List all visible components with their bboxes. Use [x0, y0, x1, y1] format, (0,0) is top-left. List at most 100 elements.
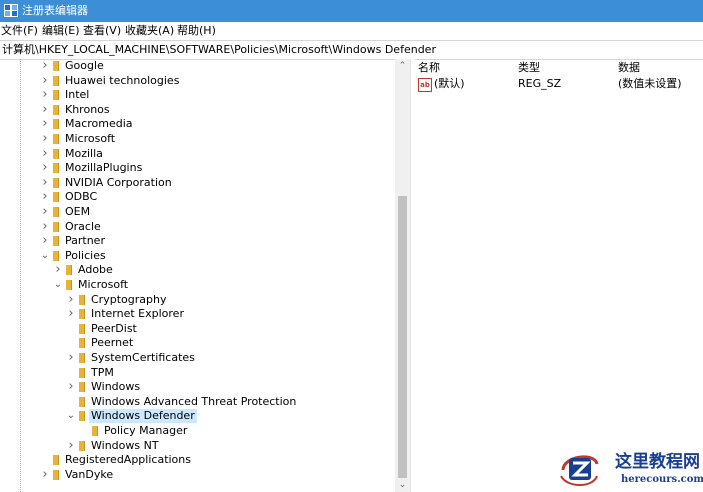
tree-item-label: Policy Manager — [104, 424, 188, 437]
menu-edit[interactable]: 编辑(E) — [42, 24, 80, 38]
tree-item[interactable]: › Cryptography — [0, 292, 395, 307]
tree-item[interactable]: ⌄ Windows Defender — [0, 409, 395, 424]
tree-item[interactable]: › OEM — [0, 205, 395, 219]
chevron-right-icon[interactable]: › — [65, 380, 77, 394]
chevron-right-icon[interactable]: › — [65, 438, 77, 453]
tree-item-label: OEM — [65, 205, 91, 218]
chevron-right-icon[interactable]: › — [39, 88, 51, 102]
tree-item[interactable]: › Oracle — [0, 219, 395, 234]
tree-item[interactable]: › Khronos — [0, 102, 395, 117]
tree-item[interactable]: › Windows NT — [0, 438, 395, 453]
menu-bar: 文件(F) 编辑(E) 查看(V) 收藏夹(A) 帮助(H) — [0, 22, 703, 40]
folder-icon — [53, 90, 59, 101]
chevron-right-icon[interactable]: › — [39, 102, 51, 117]
menu-favorites[interactable]: 收藏夹(A) — [125, 24, 174, 38]
tree-item[interactable]: › Internet Explorer — [0, 307, 395, 321]
tree-item[interactable]: › Adobe — [0, 263, 395, 277]
chevron-right-icon[interactable]: › — [39, 117, 51, 131]
chevron-right-icon[interactable]: › — [65, 351, 77, 365]
folder-icon — [66, 280, 72, 290]
tree-item[interactable]: ⌄ Microsoft — [0, 278, 395, 292]
chevron-right-icon[interactable]: › — [39, 219, 51, 234]
value-data: (数值未设置) — [618, 77, 682, 90]
column-data-header[interactable]: 数据 — [618, 61, 640, 75]
key-tree[interactable]: › Google › Huawei technologies › Intel › Khrono… — [0, 59, 410, 492]
tree-scrollbar[interactable]: ⌃ ⌄ — [395, 59, 410, 492]
tree-item[interactable]: › Partner — [0, 234, 395, 248]
tree-item-label: Internet Explorer — [91, 307, 184, 321]
tree-item[interactable]: Peernet — [0, 336, 395, 350]
regedit-icon — [4, 4, 18, 17]
tree-item[interactable]: Windows Advanced Threat Protection — [0, 395, 395, 409]
chevron-right-icon[interactable]: › — [39, 146, 51, 161]
tree-item[interactable]: › Microsoft — [0, 132, 395, 146]
chevron-right-icon[interactable]: › — [39, 234, 51, 248]
tree-item-label: Windows NT — [91, 438, 159, 452]
tree-item[interactable]: Policy Manager — [0, 424, 395, 438]
chevron-right-icon[interactable]: › — [39, 467, 51, 482]
chevron-right-icon[interactable]: › — [39, 132, 51, 146]
folder-icon — [79, 367, 85, 378]
value-name[interactable]: (默认) — [434, 77, 465, 91]
tree-item-label: TPM — [91, 365, 114, 379]
folder-icon — [79, 323, 85, 334]
address-path[interactable]: 计算机\HKEY_LOCAL_MACHINE\SOFTWARE\Policies… — [2, 43, 436, 57]
column-name-header[interactable]: 名称 — [418, 61, 440, 75]
folder-icon — [92, 426, 98, 436]
values-pane[interactable]: 名称 类型 数据 ab (默认) REG_SZ (数值未设置) — [414, 59, 703, 492]
watermark: 这里教程网 herecours.com — [555, 450, 703, 492]
menu-file[interactable]: 文件(F) — [1, 24, 38, 38]
scroll-down-icon[interactable]: ⌄ — [395, 478, 410, 492]
chevron-right-icon[interactable]: › — [52, 263, 64, 277]
tree-item[interactable]: › VanDyke — [0, 467, 395, 482]
chevron-right-icon[interactable]: › — [39, 161, 51, 175]
chevron-down-icon[interactable]: ⌄ — [65, 409, 77, 423]
tree-item[interactable]: RegisteredApplications — [0, 453, 395, 467]
folder-icon — [79, 382, 85, 393]
chevron-right-icon[interactable]: › — [65, 307, 77, 321]
chevron-right-icon[interactable]: › — [39, 59, 51, 73]
tree-item[interactable]: › Google — [0, 59, 395, 73]
folder-icon — [79, 338, 85, 349]
tree-item[interactable]: PeerDist — [0, 322, 395, 336]
tree-item[interactable]: › Macromedia — [0, 117, 395, 131]
folder-icon — [53, 469, 59, 480]
value-type: REG_SZ — [518, 77, 562, 90]
tree-item-label: Microsoft — [65, 132, 116, 145]
tree-item-label: SystemCertificates — [91, 351, 195, 364]
tree-item-label: Macromedia — [65, 117, 133, 131]
window-title: 注册表编辑器 — [22, 4, 88, 17]
chevron-right-icon[interactable]: › — [39, 205, 51, 219]
scroll-up-icon[interactable]: ⌃ — [395, 59, 410, 73]
tree-item[interactable]: › Intel — [0, 88, 395, 102]
chevron-down-icon[interactable]: ⌄ — [39, 249, 51, 263]
address-bar[interactable]: 计算机\HKEY_LOCAL_MACHINE\SOFTWARE\Policies… — [0, 40, 703, 60]
tree-item-label: VanDyke — [65, 467, 114, 481]
tree-item[interactable]: › Huawei technologies — [0, 73, 395, 88]
folder-icon — [53, 177, 59, 188]
tree-item[interactable]: › SystemCertificates — [0, 351, 395, 365]
folder-icon — [53, 221, 59, 232]
menu-help[interactable]: 帮助(H) — [177, 24, 216, 38]
tree-item-label: Peernet — [91, 336, 134, 350]
scrollbar-thumb[interactable] — [398, 196, 407, 478]
tree-item[interactable]: › MozillaPlugins — [0, 161, 395, 175]
tree-item[interactable]: › NVIDIA Corporation — [0, 175, 395, 190]
chevron-right-icon[interactable]: › — [39, 73, 51, 88]
tree-item[interactable]: ⌄ Policies — [0, 249, 395, 263]
column-type-header[interactable]: 类型 — [518, 61, 540, 75]
menu-view[interactable]: 查看(V) — [83, 24, 121, 38]
chevron-right-icon[interactable]: › — [65, 292, 77, 307]
tree-item[interactable]: › Mozilla — [0, 146, 395, 161]
tree-item-label: Partner — [65, 234, 105, 248]
chevron-down-icon[interactable]: ⌄ — [52, 278, 64, 292]
tree-item-label: Khronos — [65, 102, 110, 116]
tree-item-label: NVIDIA Corporation — [65, 175, 172, 189]
chevron-right-icon[interactable]: › — [39, 190, 51, 204]
tree-item[interactable]: › ODBC — [0, 190, 395, 204]
chevron-right-icon[interactable]: › — [39, 175, 51, 190]
tree-item[interactable]: TPM — [0, 366, 395, 380]
folder-icon — [79, 353, 85, 363]
tree-item[interactable]: › Windows — [0, 380, 395, 394]
folder-icon — [53, 134, 59, 144]
